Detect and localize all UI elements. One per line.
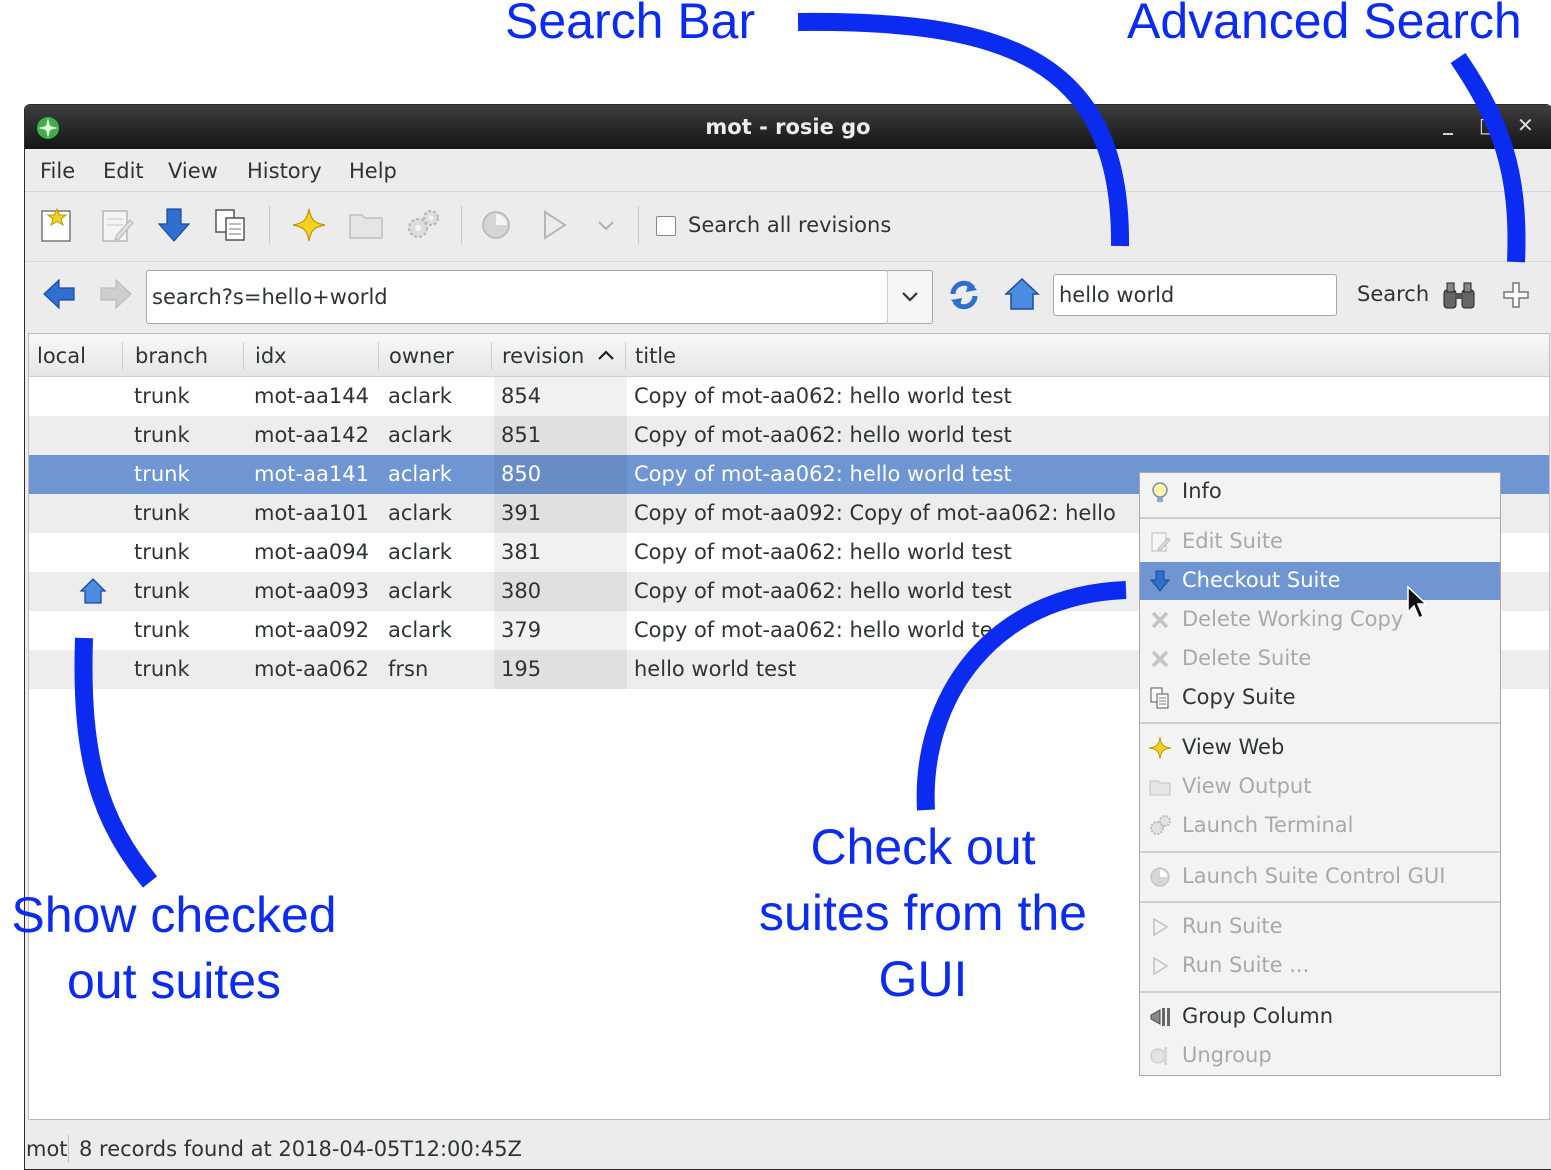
search-bar-pointer [797, 12, 1130, 247]
annotation-arrows [74, 12, 1526, 888]
mouse-cursor-icon [1407, 585, 1428, 620]
checkout-pointer [916, 581, 1127, 811]
show-checked-pointer [74, 637, 158, 888]
advanced-search-pointer [1450, 52, 1526, 263]
